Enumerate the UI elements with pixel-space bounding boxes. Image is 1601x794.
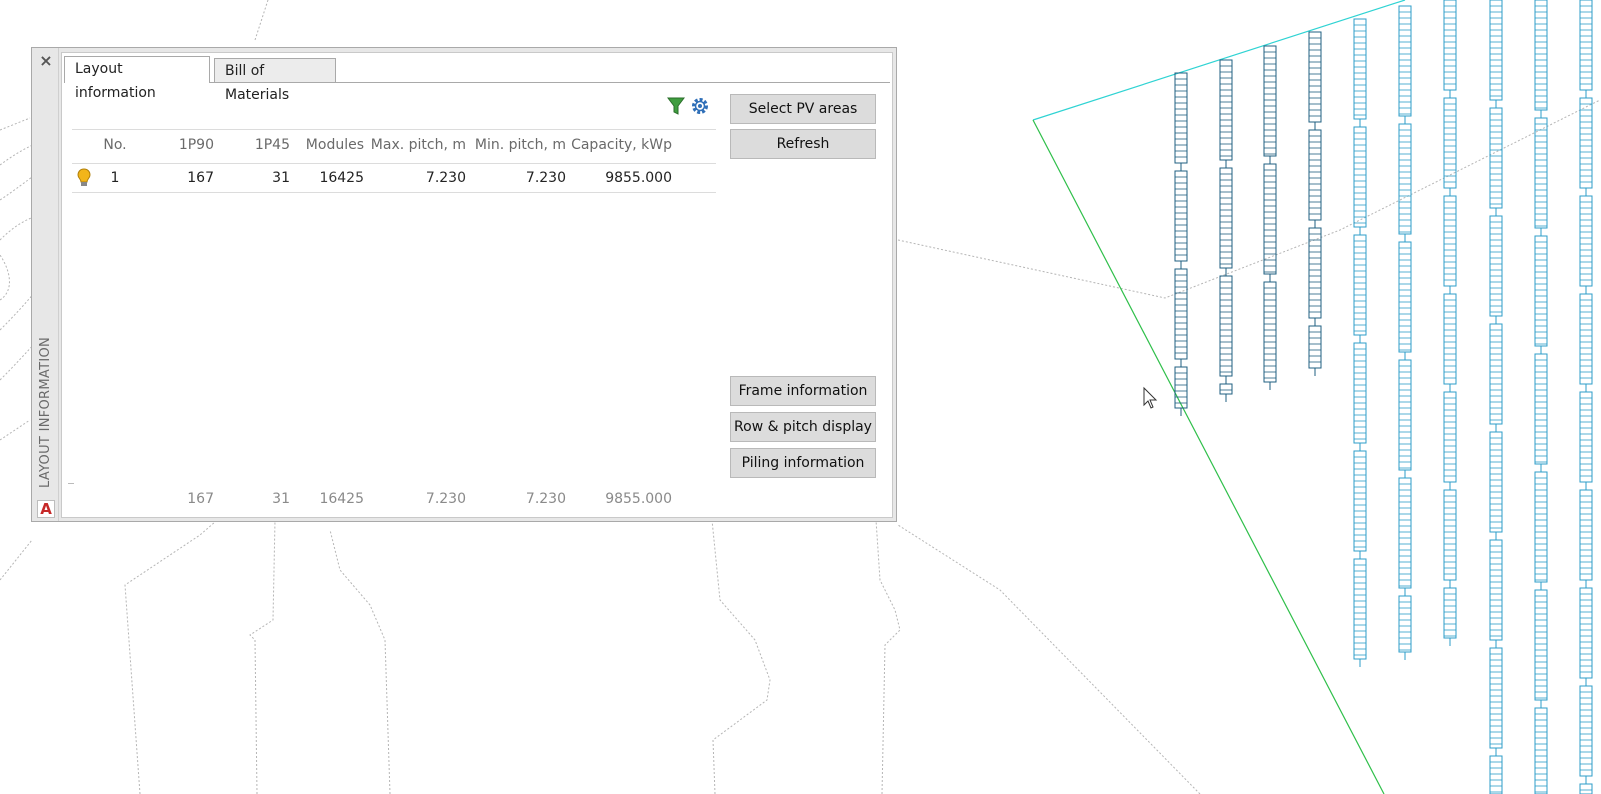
col-header-no[interactable]: No. <box>96 130 134 163</box>
col-header-max-pitch[interactable]: Max. pitch, m <box>366 130 466 163</box>
cell-modules: 16425 <box>319 170 364 186</box>
palette-side-strip: × LAYOUT INFORMATION A <box>32 48 59 521</box>
pv-row[interactable] <box>1174 72 1188 416</box>
lightbulb-icon[interactable] <box>72 164 96 192</box>
pv-area-boundary-left[interactable] <box>1032 119 1385 794</box>
cell-no: 1 <box>110 170 120 186</box>
total-1p45: 31 <box>272 491 290 507</box>
col-header-1p45[interactable]: 1P45 <box>214 130 290 163</box>
palette-content: Layout information Bill of Materials No.… <box>61 52 893 518</box>
pv-module-rows[interactable] <box>1174 0 1593 794</box>
pv-row[interactable] <box>1398 5 1412 660</box>
tab-bar: Layout information Bill of Materials <box>64 56 890 103</box>
pv-row[interactable] <box>1579 0 1593 794</box>
row-pitch-display-button[interactable]: Row & pitch display <box>730 412 876 442</box>
layout-information-palette: × LAYOUT INFORMATION A Layout informatio… <box>31 47 897 522</box>
select-pv-areas-button[interactable]: Select PV areas <box>730 94 876 124</box>
col-header-capacity[interactable]: Capacity, kWp <box>568 130 672 163</box>
tab-bill-of-materials[interactable]: Bill of Materials <box>214 58 336 103</box>
total-modules: 16425 <box>319 491 364 507</box>
layout-table: No. 1P90 1P45 Modules Max. pitch, m Min.… <box>72 129 716 193</box>
table-totals-row: 167 31 16425 7.230 7.230 9855.000 <box>68 483 716 509</box>
table-row[interactable]: 1 167 31 16425 7.230 7.230 9855.000 <box>72 164 716 193</box>
table-toolbar <box>666 96 716 120</box>
gear-icon[interactable] <box>690 96 710 116</box>
total-max-pitch: 7.230 <box>425 491 466 507</box>
total-1p90: 167 <box>187 491 214 507</box>
pv-row[interactable] <box>1534 0 1548 794</box>
cell-1p90: 167 <box>187 170 214 186</box>
close-icon[interactable]: × <box>37 52 55 70</box>
cell-1p45: 31 <box>272 170 290 186</box>
col-header-modules[interactable]: Modules <box>290 130 364 163</box>
pv-row[interactable] <box>1353 18 1367 667</box>
totals-divider <box>68 483 74 484</box>
total-capacity: 9855.000 <box>605 491 672 507</box>
total-min-pitch: 7.230 <box>525 491 566 507</box>
autocad-app-icon[interactable]: A <box>37 500 55 518</box>
pv-row[interactable] <box>1489 0 1503 794</box>
piling-information-button[interactable]: Piling information <box>730 448 876 478</box>
pv-row[interactable] <box>1263 45 1277 390</box>
cell-capacity: 9855.000 <box>605 170 672 186</box>
frame-information-button[interactable]: Frame information <box>730 376 876 406</box>
pv-row[interactable] <box>1219 59 1233 402</box>
col-header-1p90[interactable]: 1P90 <box>142 130 214 163</box>
pv-area-boundary-top[interactable] <box>1032 0 1406 121</box>
mouse-cursor-icon <box>1143 386 1158 409</box>
filter-icon[interactable] <box>666 96 686 116</box>
pv-row[interactable] <box>1308 31 1322 376</box>
pv-row[interactable] <box>1443 0 1457 646</box>
tab-layout-information[interactable]: Layout information <box>64 56 210 101</box>
cell-max-pitch: 7.230 <box>425 170 466 186</box>
cell-min-pitch: 7.230 <box>525 170 566 186</box>
table-header: No. 1P90 1P45 Modules Max. pitch, m Min.… <box>72 129 716 164</box>
refresh-button[interactable]: Refresh <box>730 129 876 159</box>
col-header-min-pitch[interactable]: Min. pitch, m <box>468 130 566 163</box>
